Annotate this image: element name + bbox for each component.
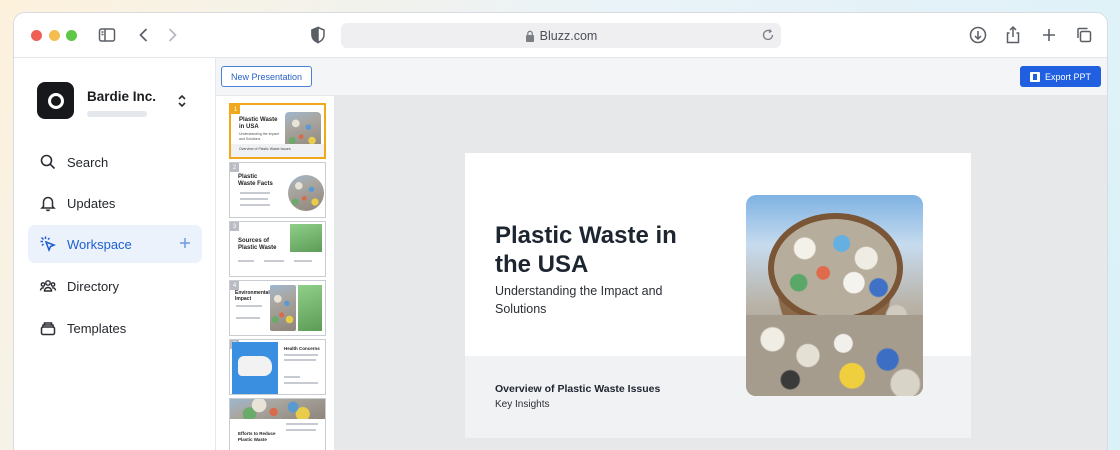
slide-thumbnail[interactable]: 6 Efforts to Reduce Plastic Waste (229, 398, 326, 450)
thumb-title: Efforts to Reduce Plastic Waste (238, 431, 276, 442)
bell-icon (39, 194, 57, 212)
thumb-band-text: Overview of Plastic Waste Issues (239, 147, 291, 151)
org-subtitle-placeholder (87, 111, 147, 117)
browser-window: Bluzz.com Bardie Inc. Search Updates Wor… (13, 12, 1108, 450)
thumb-image (290, 224, 322, 252)
thumb-text-line (240, 198, 268, 200)
thumb-text-line (284, 376, 300, 378)
download-icon[interactable] (968, 25, 988, 45)
sidebar-item-workspace[interactable]: Workspace (28, 225, 202, 263)
thumb-text-line (264, 260, 284, 262)
thumb-text-line (294, 260, 312, 262)
sidebar: Bardie Inc. Search Updates Workspace Dir… (14, 58, 216, 450)
slide-overview[interactable]: Overview of Plastic Waste Issues (495, 383, 660, 395)
thumb-band: Overview of Plastic Waste Issues (231, 144, 324, 157)
slide-number: 2 (230, 163, 239, 172)
sidebar-item-label: Updates (67, 195, 116, 211)
thumb-image (298, 285, 322, 331)
plastic-pile-image-detail (746, 315, 923, 396)
thumb-text-line (238, 260, 254, 262)
thumb-image (270, 285, 296, 331)
thumb-text-line (240, 192, 270, 194)
slide-thumbnail[interactable]: 1 Plastic Waste in USA Understanding the… (229, 103, 326, 159)
slide-thumbnail[interactable]: 5 Health Concerns (229, 339, 326, 395)
thumb-title: Environmental Impact (235, 290, 270, 302)
slide-number: 3 (230, 222, 239, 231)
thumb-subtitle: Understanding the Impact and Solutions (239, 132, 280, 141)
slide-subtitle[interactable]: Understanding the Impact and Solutions (495, 283, 695, 318)
slide-thumbnail-list: 1 Plastic Waste in USA Understanding the… (216, 96, 335, 450)
main-area: New Presentation Export PPT 1 Plastic Wa… (216, 58, 1107, 450)
share-icon[interactable] (1003, 25, 1023, 45)
slide-number: 1 (231, 105, 240, 114)
slide-thumbnail[interactable]: 2 Plastic Waste Facts (229, 162, 326, 218)
thumb-text-line (286, 429, 316, 431)
slide-number: 4 (230, 281, 239, 290)
logo-ring-icon (47, 92, 64, 109)
thumb-text-line (236, 317, 260, 319)
close-window-button[interactable] (31, 30, 42, 41)
sidebar-item-label: Search (67, 154, 109, 170)
sidebar-item-label: Templates (67, 320, 127, 336)
sidebar-item-label: Workspace (67, 236, 132, 252)
maximize-window-button[interactable] (66, 30, 77, 41)
export-ppt-label: Export PPT (1044, 71, 1091, 82)
thumb-title: Plastic Waste in USA (239, 117, 278, 130)
shield-icon[interactable] (308, 25, 328, 45)
thumb-title: Sources of Plastic Waste (238, 238, 277, 251)
thumb-text-line (240, 204, 270, 206)
thumb-text-line (286, 423, 318, 425)
tab-overview-icon[interactable] (1074, 25, 1094, 45)
current-slide[interactable]: Plastic Waste in the USA Understanding t… (465, 153, 971, 438)
thumb-title: Health Concerns (284, 346, 320, 351)
cursor-click-icon (39, 235, 57, 253)
thumb-image (288, 175, 324, 211)
slide-thumbnail[interactable]: 3 Sources of Plastic Waste (229, 221, 326, 277)
thumb-text-line (236, 305, 262, 307)
browser-titlebar: Bluzz.com (14, 13, 1107, 58)
add-workspace-icon[interactable] (178, 236, 192, 250)
lock-icon (525, 30, 534, 42)
sidebar-item-search[interactable]: Search (28, 143, 202, 181)
thumb-text-line (284, 382, 318, 384)
sidebar-item-updates[interactable]: Updates (28, 184, 202, 222)
slide-title[interactable]: Plastic Waste in the USA (495, 221, 715, 279)
thumb-text-line (284, 359, 316, 361)
search-icon (39, 153, 57, 171)
minimize-window-button[interactable] (49, 30, 60, 41)
org-name: Bardie Inc. (87, 89, 157, 104)
slide-thumbnail[interactable]: 4 Environmental Impact (229, 280, 326, 336)
url-text: Bluzz.com (539, 28, 598, 43)
new-tab-icon[interactable] (1039, 25, 1059, 45)
address-bar[interactable]: Bluzz.com (341, 23, 781, 48)
slide-insights[interactable]: Key Insights (495, 399, 549, 410)
basket-of-plastic-image-detail (768, 213, 903, 323)
thumb-text-line (284, 354, 318, 356)
thumb-map-image (232, 342, 278, 394)
sidebar-item-label: Directory (67, 278, 120, 294)
export-ppt-button[interactable]: Export PPT (1019, 66, 1101, 87)
new-presentation-button[interactable]: New Presentation (221, 66, 313, 87)
editor-toolbar: New Presentation Export PPT (216, 58, 1107, 96)
sidebar-item-directory[interactable]: Directory (28, 267, 202, 305)
slide-canvas: Plastic Waste in the USA Understanding t… (335, 96, 1107, 450)
sidebar-toggle-icon[interactable] (97, 25, 117, 45)
chevron-up-down-icon[interactable] (175, 93, 189, 109)
sidebar-item-templates[interactable]: Templates (28, 309, 202, 347)
org-logo[interactable] (37, 82, 74, 119)
thumb-title: Plastic Waste Facts (238, 174, 273, 187)
back-icon[interactable] (134, 25, 154, 45)
plastic-waste-image[interactable] (746, 195, 923, 396)
people-icon (39, 277, 57, 295)
stack-icon (39, 319, 57, 337)
powerpoint-icon (1029, 71, 1040, 82)
reload-icon[interactable] (761, 28, 775, 42)
thumb-image (230, 399, 325, 419)
forward-icon[interactable] (162, 25, 182, 45)
